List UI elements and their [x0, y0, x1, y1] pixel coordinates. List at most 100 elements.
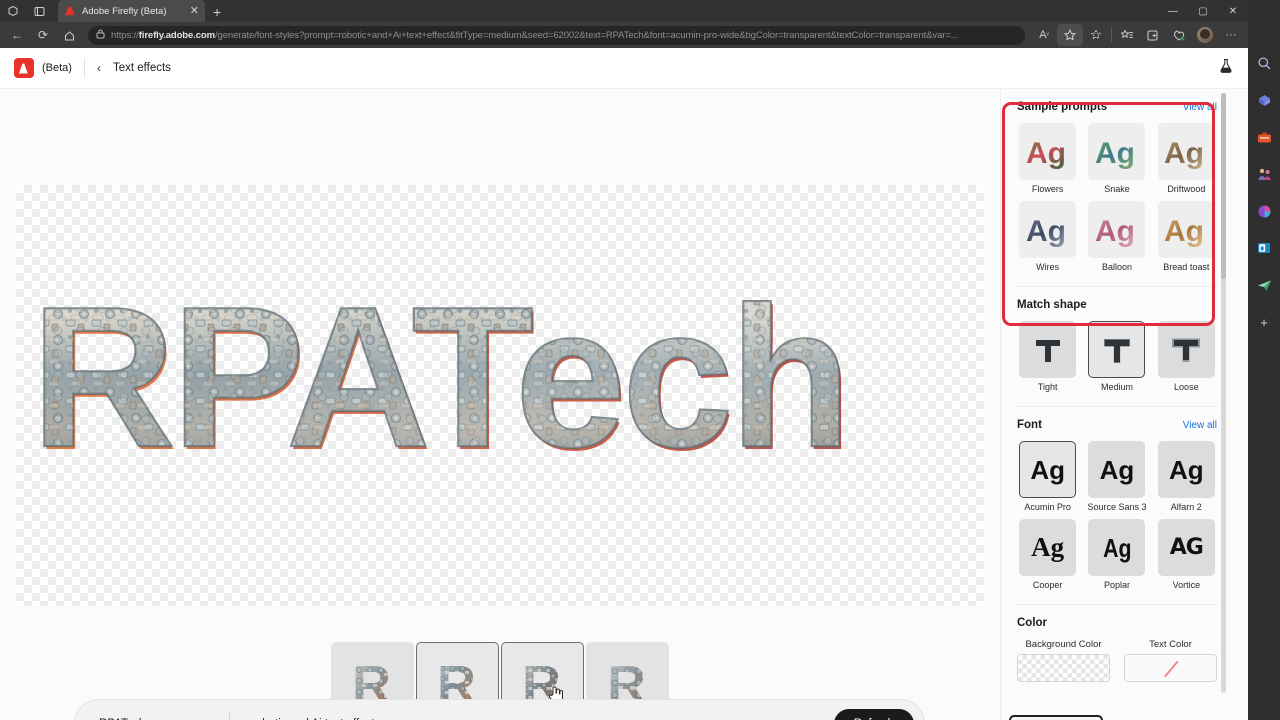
- add-icon[interactable]: +: [1253, 311, 1275, 333]
- svg-text:RPATech: RPATech: [31, 281, 848, 489]
- artwork-svg: RPATech RPATech RPATech RPATech RPATech …: [30, 281, 854, 492]
- sample-prompt-item[interactable]: Ag Bread toast: [1156, 201, 1217, 272]
- adobe-firefly-logo[interactable]: [14, 58, 34, 78]
- window-minimize-button[interactable]: —: [1158, 0, 1188, 22]
- mail-icon[interactable]: [1253, 274, 1275, 296]
- font-item-alfarn-2[interactable]: Ag Alfarn 2: [1156, 441, 1217, 512]
- sample-prompt-item[interactable]: Ag Flowers: [1017, 123, 1078, 194]
- split-screen-icon[interactable]: [1140, 24, 1166, 46]
- background-color-swatch[interactable]: [1017, 654, 1110, 682]
- sample-prompt-label: Wires: [1036, 262, 1060, 272]
- section-divider: [1017, 286, 1217, 287]
- text-color-group: Text Color: [1124, 639, 1217, 682]
- profile-avatar[interactable]: [1197, 27, 1213, 43]
- sample-prompt-thumbnail: Ag: [1088, 201, 1146, 258]
- shopping-icon[interactable]: [1253, 89, 1275, 111]
- match-shape-item-medium[interactable]: Medium: [1086, 321, 1147, 392]
- workspaces-icon[interactable]: [0, 0, 26, 22]
- text-color-swatch[interactable]: [1124, 654, 1217, 682]
- browser-toolbar: ← ⟳ https://firefly.adobe.com/generate/f…: [0, 22, 1248, 48]
- font-item-poplar[interactable]: Ag Poplar: [1086, 519, 1147, 590]
- home-icon[interactable]: [56, 24, 82, 46]
- font-preview-glyph: Ag: [1168, 454, 1204, 485]
- font-item-acumin-pro[interactable]: Ag Acumin Pro: [1017, 441, 1078, 512]
- favorites-list-icon[interactable]: [1114, 24, 1140, 46]
- window-maximize-button[interactable]: ▢: [1188, 0, 1218, 22]
- font-item-cooper[interactable]: Ag Cooper: [1017, 519, 1078, 590]
- beaker-icon[interactable]: [1218, 58, 1234, 78]
- font-thumbnail: Ag: [1157, 441, 1215, 498]
- settings-more-icon[interactable]: ···: [1218, 24, 1244, 46]
- browser-essentials-icon[interactable]: [1166, 24, 1192, 46]
- ghost-color-swatch-artifact: [1009, 715, 1103, 720]
- generated-text-artwork[interactable]: RPATech RPATech RPATech RPATech RPATech …: [16, 185, 984, 606]
- font-thumbnail: AG: [1157, 519, 1215, 576]
- font-item-vortice[interactable]: AG Vortice: [1156, 519, 1217, 590]
- font-preview-glyph: Ag: [1102, 532, 1132, 563]
- toolbar-divider: [1111, 28, 1112, 42]
- sample-prompt-item[interactable]: Ag Balloon: [1086, 201, 1147, 272]
- font-header: Font View all: [1017, 419, 1217, 431]
- read-aloud-icon[interactable]: Aᵛ: [1031, 24, 1057, 46]
- tools-icon[interactable]: [1253, 126, 1275, 148]
- address-bar-url: https://firefly.adobe.com/generate/font-…: [111, 29, 959, 41]
- browser-titlebar: Adobe Firefly (Beta) ✕ +: [0, 0, 1248, 22]
- browser-tab[interactable]: Adobe Firefly (Beta) ✕: [58, 0, 205, 22]
- back-chevron-icon[interactable]: ‹: [97, 61, 101, 75]
- match-shape-item-loose[interactable]: Loose: [1156, 321, 1217, 392]
- back-icon[interactable]: ←: [4, 24, 30, 46]
- reload-icon[interactable]: ⟳: [30, 24, 56, 46]
- section-divider: [1017, 604, 1217, 605]
- sample-prompt-item[interactable]: Ag Snake: [1086, 123, 1147, 194]
- people-icon[interactable]: [1253, 163, 1275, 185]
- sample-prompt-label: Snake: [1104, 184, 1130, 194]
- background-color-group: Background Color: [1017, 639, 1110, 682]
- match-shape-title: Match shape: [1017, 299, 1087, 311]
- artboard-transparent-background[interactable]: RPATech RPATech RPATech RPATech RPATech …: [16, 185, 984, 606]
- font-item-source-sans-3[interactable]: Ag Source Sans 3: [1086, 441, 1147, 512]
- sample-prompts-header: Sample prompts View all: [1017, 101, 1217, 113]
- firefly-app: (Beta) ‹ Text effects RPATech RPATech RP…: [0, 48, 1248, 720]
- sample-prompt-item[interactable]: Ag Wires: [1017, 201, 1078, 272]
- font-title: Font: [1017, 419, 1042, 431]
- sample-prompt-label: Balloon: [1101, 262, 1132, 272]
- search-icon[interactable]: [1253, 52, 1275, 74]
- collections-icon[interactable]: [1083, 24, 1109, 46]
- prompt-bar: RPATech robotic and Ai text effect Refre…: [74, 699, 925, 720]
- tab-close-icon[interactable]: ✕: [190, 5, 199, 17]
- match-shape-grid: Tight Medium Loose: [1017, 321, 1217, 392]
- font-preview-glyph: Ag: [1099, 454, 1135, 485]
- sample-prompts-view-all[interactable]: View all: [1183, 102, 1217, 113]
- app-header: (Beta) ‹ Text effects: [0, 48, 1248, 89]
- match-shape-item-tight[interactable]: Tight: [1017, 321, 1078, 392]
- sample-prompts-grid: Ag Flowers Ag Snake Ag Driftwood Ag Wire…: [1017, 123, 1217, 272]
- sample-prompt-thumbnail: Ag: [1157, 201, 1215, 258]
- font-thumbnail: Ag: [1088, 441, 1146, 498]
- refresh-button[interactable]: Refresh: [833, 708, 914, 720]
- match-shape-label: Medium: [1100, 382, 1133, 392]
- beta-label: (Beta): [42, 62, 72, 74]
- text-color-label: Text Color: [1149, 639, 1192, 650]
- prompt-divider: [229, 712, 230, 720]
- favorite-star-icon[interactable]: [1057, 24, 1083, 46]
- tab-actions-icon[interactable]: [26, 0, 52, 22]
- header-divider: [83, 58, 85, 78]
- svg-text:Ag: Ag: [1026, 137, 1066, 170]
- font-label: Alfarn 2: [1170, 502, 1202, 512]
- canvas-area: RPATech RPATech RPATech RPATech RPATech …: [0, 89, 1000, 720]
- font-preview-glyph: AG: [1169, 534, 1204, 560]
- outlook-icon[interactable]: [1253, 237, 1275, 259]
- sample-prompt-item[interactable]: Ag Driftwood: [1156, 123, 1217, 194]
- font-label: Poplar: [1103, 580, 1130, 590]
- new-tab-button[interactable]: +: [213, 4, 221, 20]
- font-label: Source Sans 3: [1087, 502, 1147, 512]
- address-bar[interactable]: https://firefly.adobe.com/generate/font-…: [88, 25, 1025, 45]
- window-close-button[interactable]: ✕: [1218, 0, 1248, 22]
- svg-text:Ag: Ag: [1164, 215, 1204, 248]
- font-grid: Ag Acumin Pro Ag Source Sans 3 Ag Alfarn…: [1017, 441, 1217, 590]
- sample-prompt-label: Flowers: [1031, 184, 1064, 194]
- font-view-all[interactable]: View all: [1183, 420, 1217, 431]
- screen-root: Adobe Firefly (Beta) ✕ + — ▢ ✕ ← ⟳ https…: [0, 0, 1280, 720]
- color-header: Color: [1017, 617, 1217, 629]
- office-icon[interactable]: [1253, 200, 1275, 222]
